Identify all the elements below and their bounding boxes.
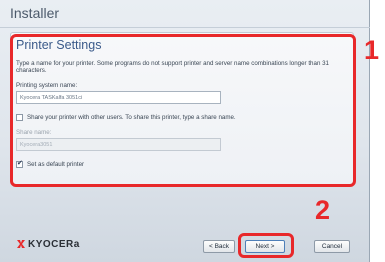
cancel-button[interactable]: Cancel <box>314 240 350 253</box>
window-title: Installer <box>10 5 60 21</box>
title-bar: Installer <box>0 0 370 28</box>
kyocera-logo-icon <box>17 240 25 248</box>
highlight-box-next <box>238 233 294 258</box>
callout-number-2: 2 <box>315 195 331 225</box>
logo-text: KYOCERa <box>28 238 80 250</box>
callout-number-1: 1 <box>364 35 380 65</box>
back-button[interactable]: < Back <box>203 240 235 253</box>
kyocera-logo: KYOCERa <box>16 238 80 250</box>
highlight-box-settings <box>10 34 356 187</box>
